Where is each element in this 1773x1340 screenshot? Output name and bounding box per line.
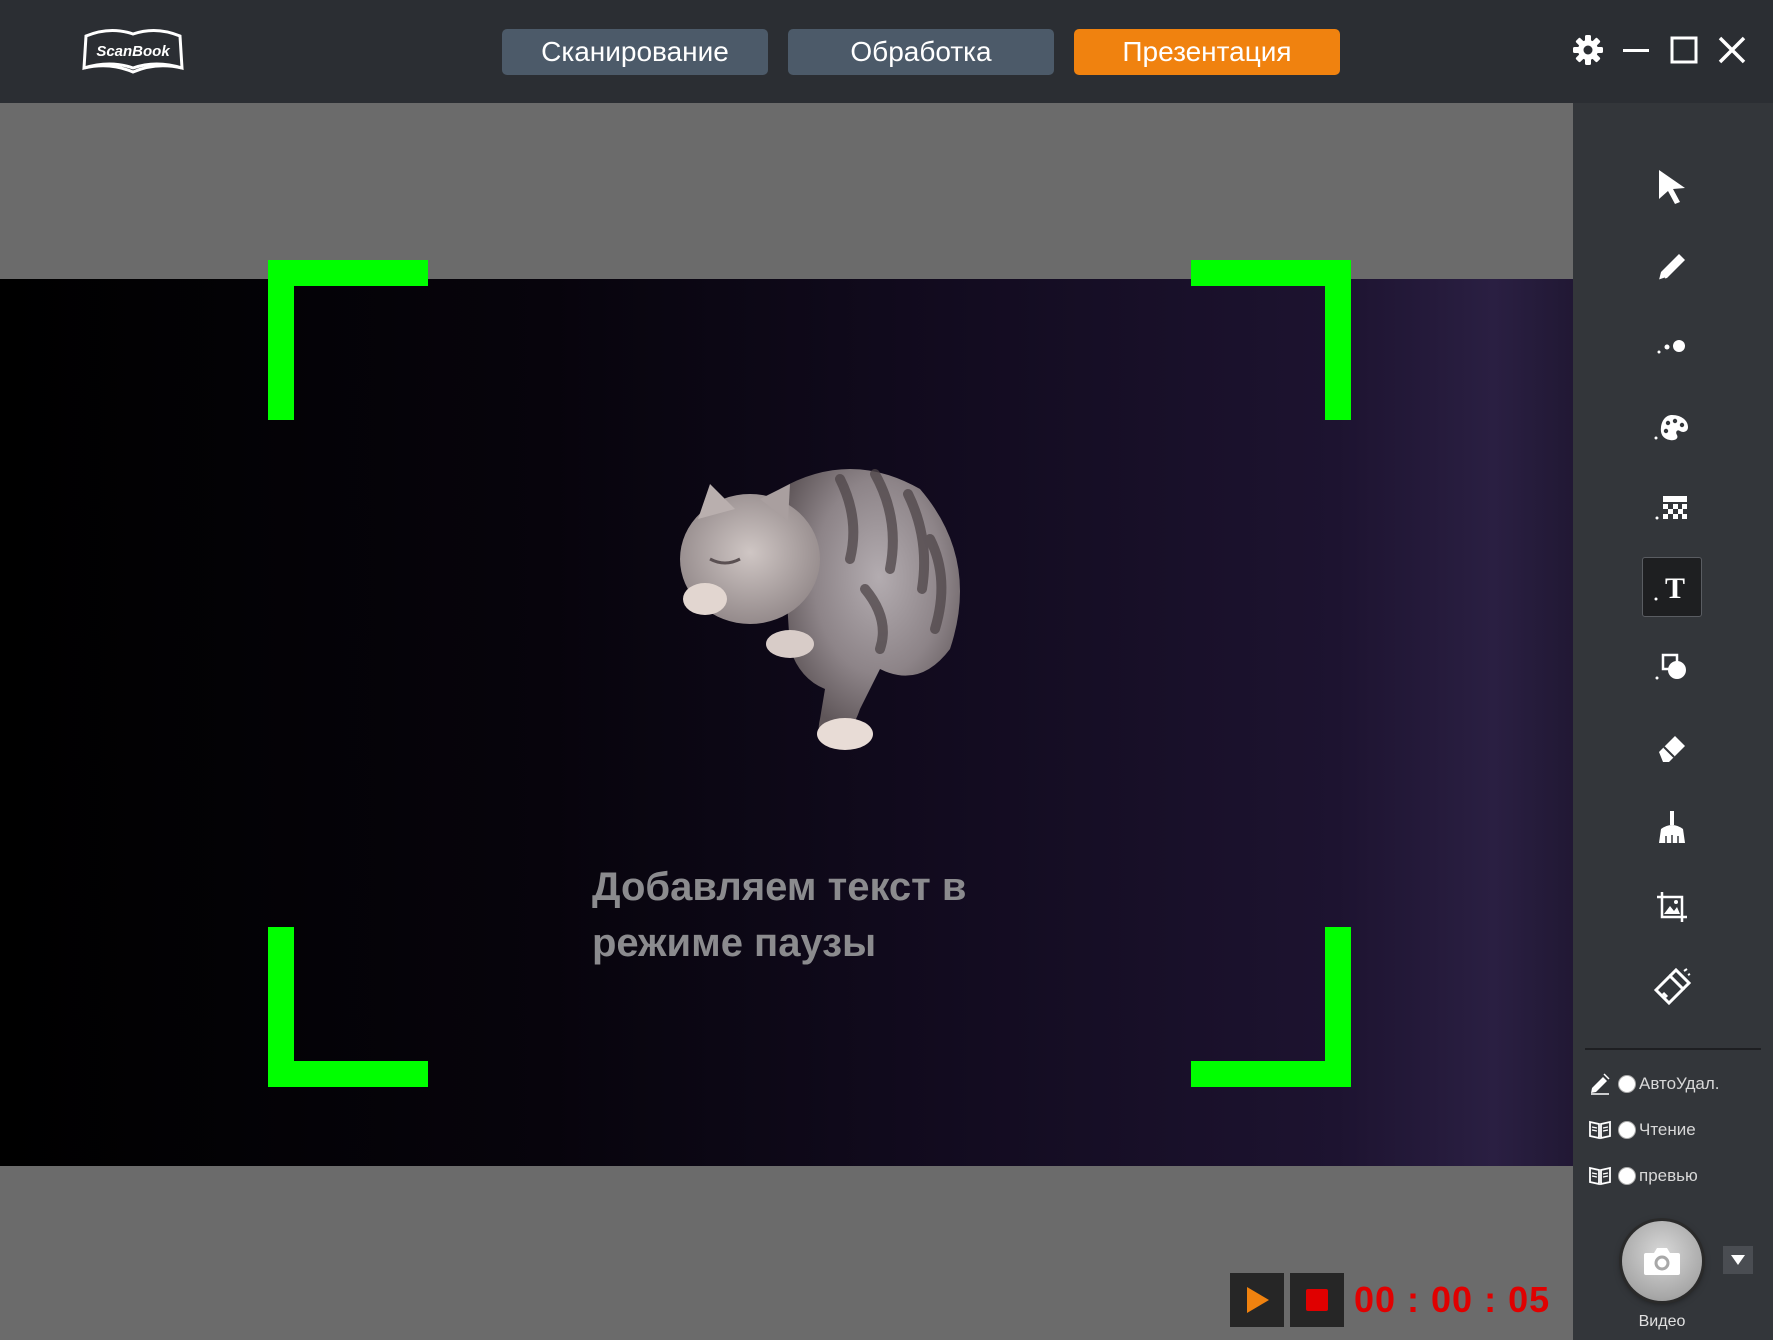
camera-viewer[interactable]: Добавляем текст в режиме паузы [0,103,1573,1340]
crop-image-tool[interactable] [1642,877,1702,937]
pencil-icon [1658,254,1685,281]
text-tool[interactable]: T [1642,557,1702,617]
color-palette-tool[interactable] [1642,397,1702,457]
capture-mode-label: Видео [1638,1313,1686,1330]
recording-timer: 00 : 00 : 05 [1354,1279,1551,1320]
eraser-tool[interactable] [1642,717,1702,777]
auto-delete-radio[interactable] [1618,1075,1636,1093]
camera-icon [1644,1248,1680,1275]
auto-delete-label: АвтоУдал. [1639,1074,1720,1093]
frame-corner-bottom-left [268,927,428,1087]
mosaic-icon [1655,496,1687,520]
scanbook-logo: ScanBook [80,22,186,78]
auto-delete-pen-icon [1588,1072,1612,1096]
preview-label: превью [1639,1166,1698,1185]
shape-icon [1655,653,1686,680]
overlay-text-line-2: режиме паузы [592,921,877,965]
laser-dot-icon [1657,340,1685,354]
gear-icon[interactable] [1568,30,1608,70]
eraser-icon [1659,736,1685,762]
text-t-icon: T [1654,572,1685,604]
pen-tool[interactable] [1642,237,1702,297]
stop-icon [1306,1289,1328,1311]
flashlight-icon [1653,968,1691,1006]
overlay-annotation-text[interactable]: Добавляем текст в режиме паузы [592,859,1052,971]
tab-scanning[interactable]: Сканирование [502,29,768,75]
preview-option[interactable]: превью [1588,1161,1698,1191]
reading-option[interactable]: Чтение [1588,1115,1696,1145]
mosaic-tool[interactable] [1642,477,1702,537]
close-icon[interactable] [1712,30,1752,70]
auto-delete-option[interactable]: АвтоУдал. [1588,1069,1720,1099]
overlay-text-line-1: Добавляем текст в [592,865,967,909]
broom-icon [1659,811,1685,843]
tab-presentation[interactable]: Презентация [1074,29,1340,75]
spotlight-tool[interactable] [1642,957,1702,1017]
tab-processing[interactable]: Обработка [788,29,1054,75]
frame-corner-bottom-right [1191,927,1351,1087]
frame-corner-top-right [1191,260,1351,420]
svg-text:T: T [1665,572,1685,604]
crop-image-icon [1657,892,1687,922]
shape-tool[interactable] [1642,637,1702,697]
capture-mode-dropdown[interactable] [1723,1246,1753,1274]
sidebar-divider [1585,1048,1761,1050]
chevron-down-icon [1731,1255,1745,1265]
frame-corner-top-left [268,260,428,420]
cat-figurine-image [650,449,990,769]
reading-label: Чтение [1639,1120,1696,1139]
stop-button[interactable] [1290,1273,1344,1327]
book-icon [1588,1164,1612,1188]
tools-sidebar: T АвтоУдал. Чтение превью Видео [1573,103,1773,1340]
svg-text:ScanBook: ScanBook [96,43,170,60]
top-bar: ScanBook Сканирование Обработка Презента… [0,0,1773,103]
minimize-icon[interactable] [1616,30,1656,70]
laser-pointer-tool[interactable] [1642,317,1702,377]
book-icon [1588,1118,1612,1142]
playback-controls: 00 : 00 : 05 [1230,1272,1550,1328]
play-icon [1247,1287,1269,1313]
cursor-arrow-icon [1659,170,1685,204]
play-button[interactable] [1230,1273,1284,1327]
pointer-tool[interactable] [1642,157,1702,217]
app-window: ScanBook Сканирование Обработка Презента… [0,0,1773,1340]
video-capture-button[interactable] [1622,1221,1702,1301]
maximize-icon[interactable] [1664,30,1704,70]
preview-radio[interactable] [1618,1167,1636,1185]
palette-icon [1654,415,1688,441]
clear-all-tool[interactable] [1642,797,1702,857]
reading-radio[interactable] [1618,1121,1636,1139]
